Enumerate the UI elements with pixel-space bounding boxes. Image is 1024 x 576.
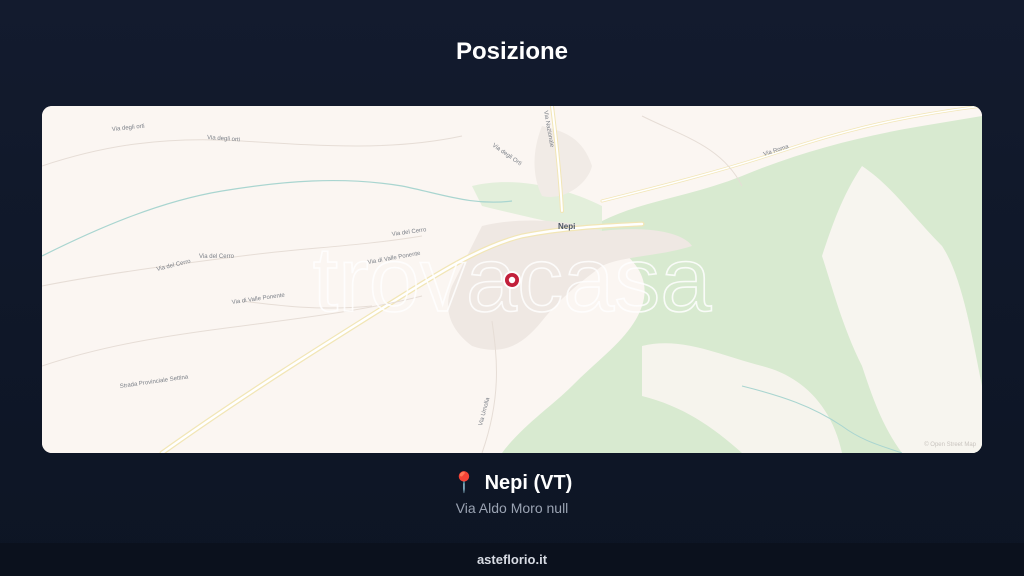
- map-attribution: © Open Street Map: [924, 441, 976, 448]
- page-title: Posizione: [455, 38, 569, 65]
- place-name: Nepi (VT): [484, 472, 573, 494]
- road-label: Via del Cerro: [199, 254, 235, 260]
- map-view[interactable]: Via degli orti Via degli orti Via degli …: [42, 106, 982, 453]
- footer-site: asteflorio.it: [0, 543, 1024, 576]
- pin-icon: 📍: [451, 472, 477, 494]
- location-marker-icon[interactable]: [503, 271, 521, 289]
- location-address: Via Aldo Moro null: [455, 500, 569, 516]
- location-place: 📍 Nepi (VT): [0, 470, 1024, 495]
- site-name[interactable]: asteflorio.it: [477, 552, 547, 567]
